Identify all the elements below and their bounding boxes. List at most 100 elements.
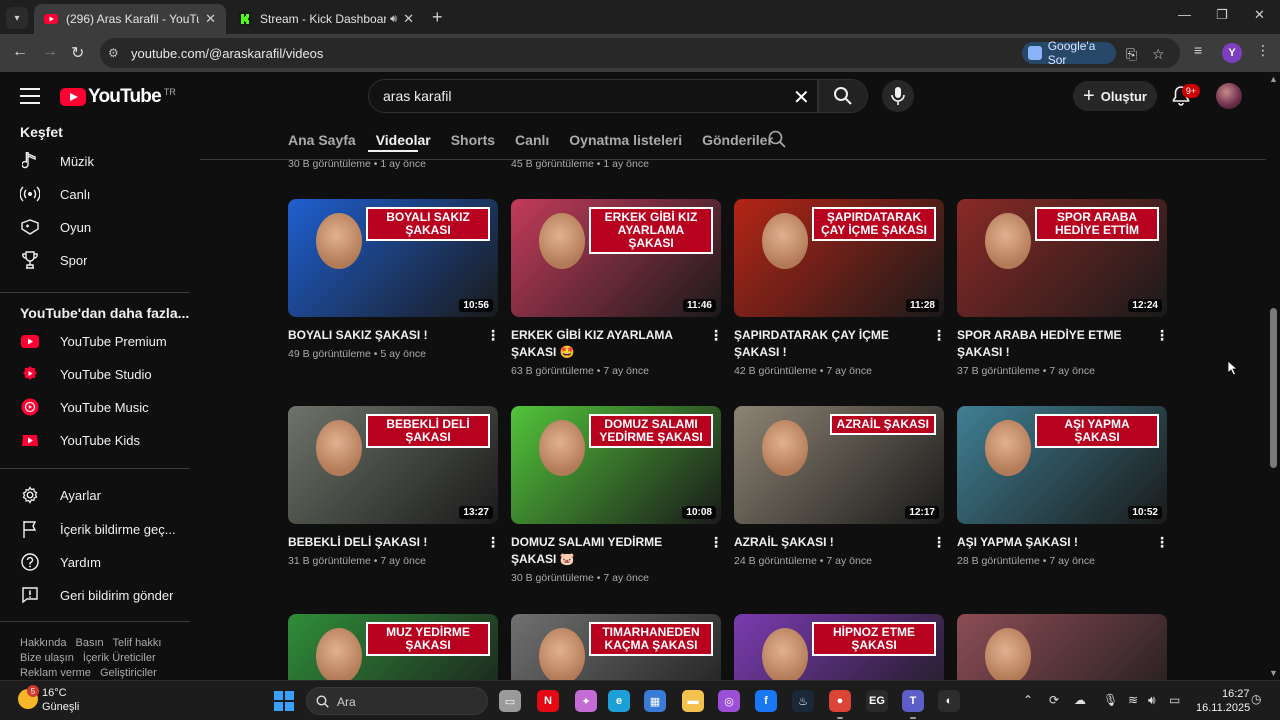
video-title[interactable]: BOYALI SAKIZ ŞAKASI ! [288,327,474,344]
copilot-icon[interactable]: ✦ [575,690,597,712]
url-text[interactable]: youtube.com/@araskarafil/videos [131,46,323,61]
scroll-down-icon[interactable]: ▼ [1269,668,1278,678]
reload-icon[interactable]: ↻ [71,43,84,63]
sidebar-item-sports[interactable]: Spor [0,243,190,277]
video-title[interactable]: BEBEKLİ DELİ ŞAKASI ! [288,534,474,551]
video-more-options-icon[interactable]: ⋮ [486,535,500,549]
video-thumbnail[interactable]: ŞAPIRDATARAK ÇAY İÇME ŞAKASI 11:28 [734,199,944,317]
footer-link[interactable]: İçerik Üreticiler [83,652,156,664]
video-title[interactable]: AŞI YAPMA ŞAKASI ! [957,534,1143,551]
browser-profile-avatar[interactable]: Y [1222,43,1242,63]
teams-icon[interactable]: T [902,690,924,719]
speaker-icon[interactable]: 🔊︎ [390,13,397,26]
chrome-icon[interactable]: ● [829,690,851,719]
footer-link[interactable]: Basın [76,637,104,649]
file-explorer-icon[interactable]: ▬ [682,690,704,712]
tab-home[interactable]: Ana Sayfa [288,132,356,148]
voice-search-button[interactable] [882,80,914,112]
video-title[interactable]: SPOR ARABA HEDİYE ETME ŞAKASI ! [957,327,1143,361]
video-thumbnail[interactable]: BOYALI SAKIZ ŞAKASI 10:56 [288,199,498,317]
browser-menu-icon[interactable]: ⋮ [1256,42,1270,59]
video-thumbnail[interactable]: BEBEKLİ DELİ ŞAKASI 13:27 [288,406,498,524]
close-window-icon[interactable]: ✕ [1254,7,1265,23]
weather-temperature[interactable]: 16°C [42,687,67,699]
notification-center-icon[interactable]: ◷ [1251,692,1261,706]
clock-date[interactable]: 16.11.2025 [1196,702,1250,714]
video-more-options-icon[interactable]: ⋮ [709,328,723,342]
footer-link[interactable]: Hakkında [20,637,66,649]
sidebar-item-youtube-premium[interactable]: YouTube Premium [0,324,190,358]
search-input[interactable]: aras karafil ✕ [368,79,818,113]
wifi-icon[interactable]: ≋ [1128,693,1138,707]
sidebar-item-youtube-music[interactable]: YouTube Music [0,390,190,424]
sync-icon[interactable]: ⟳ [1049,693,1059,707]
search-query[interactable]: aras karafil [383,88,451,104]
tray-overflow-icon[interactable]: ⌃ [1023,693,1033,707]
screen-capture-icon[interactable]: ◎ [718,690,740,712]
video-more-options-icon[interactable]: ⋮ [709,535,723,549]
footer-link[interactable]: Telif hakkı [113,637,162,649]
video-more-options-icon[interactable]: ⋮ [1155,328,1169,342]
video-more-options-icon[interactable]: ⋮ [932,328,946,342]
video-thumbnail[interactable]: AZRAİL ŞAKASI 12:17 [734,406,944,524]
video-title[interactable]: DOMUZ SALAMI YEDİRME ŞAKASI 🐷 [511,534,697,568]
search-button[interactable] [818,79,868,113]
sidebar-item-report-history[interactable]: İçerik bildirme geç... [0,512,190,546]
scroll-up-icon[interactable]: ▲ [1269,74,1278,84]
footer-link[interactable]: Reklam verme [20,667,91,679]
close-tab-icon[interactable]: ✕ [403,11,414,27]
sidebar-item-gaming[interactable]: Oyun [0,210,190,244]
forward-icon[interactable]: → [42,43,58,61]
site-info-icon[interactable]: ⚙ [108,46,119,60]
sidebar-item-send-feedback[interactable]: Geri bildirim gönder [0,578,190,612]
sidebar-item-settings[interactable]: Ayarlar [0,478,190,512]
tab-live[interactable]: Canlı [515,132,549,148]
tab-videos[interactable]: Videolar [376,132,431,148]
minimize-icon[interactable]: — [1178,7,1191,22]
footer-link[interactable]: Geliştiriciler [100,667,157,679]
reading-list-icon[interactable]: ≡ [1194,42,1202,58]
channel-search-icon[interactable] [768,130,786,148]
epic-games-icon[interactable]: EG [866,690,888,712]
scrollbar-thumb[interactable] [1270,308,1277,468]
tab-posts[interactable]: Gönderiler [702,132,773,148]
guide-menu-icon[interactable] [20,88,40,104]
footer-link[interactable]: Bize ulaşın [20,652,74,664]
file-stack-icon[interactable]: ▭ [499,690,521,712]
video-more-options-icon[interactable]: ⋮ [1155,535,1169,549]
netflix-icon[interactable]: N [537,690,559,712]
tab-shorts[interactable]: Shorts [451,132,495,148]
tab-kick-dashboard[interactable]: Stream - Kick Dashboard 🔊︎ ✕ [228,4,424,34]
taskbar-search[interactable]: Ara [306,687,488,715]
clock-time[interactable]: 16:27 [1222,688,1250,700]
video-title[interactable]: ŞAPIRDATARAK ÇAY İÇME ŞAKASI ! [734,327,920,361]
sidebar-item-music[interactable]: Müzik [0,144,190,178]
store-icon[interactable]: ▦ [644,690,666,712]
facebook-icon[interactable]: f [755,690,777,712]
onedrive-cloud-icon[interactable]: ☁ [1074,693,1086,707]
sidebar-item-youtube-studio[interactable]: YouTube Studio [0,357,190,391]
video-thumbnail[interactable]: ERKEK GİBİ KIZ AYARLAMA ŞAKASI 11:46 [511,199,721,317]
obs-icon[interactable]: ◐ [938,690,960,712]
sidebar-item-youtube-kids[interactable]: YouTube Kids [0,423,190,457]
steam-icon[interactable]: ♨ [792,690,814,712]
close-tab-icon[interactable]: ✕ [205,11,216,27]
volume-icon[interactable]: 🔊︎ [1148,693,1156,708]
google-ask-button[interactable]: Google'a Sor [1022,39,1116,67]
back-icon[interactable]: ← [12,43,28,61]
battery-icon[interactable]: ▭ [1169,693,1180,707]
tab-youtube[interactable]: (296) Aras Karafil - YouTube ✕ [34,4,226,34]
tab-search-menu-button[interactable]: ▾ [6,7,28,29]
microphone-icon[interactable]: 🎙︎ [1103,693,1118,707]
tab-playlists[interactable]: Oynatma listeleri [569,132,682,148]
sidebar-item-help[interactable]: Yardım [0,545,190,579]
sidebar-item-live[interactable]: Canlı [0,177,190,211]
windows-start-icon[interactable] [274,691,294,711]
video-more-options-icon[interactable]: ⋮ [486,328,500,342]
user-avatar[interactable] [1216,83,1242,109]
edge-icon[interactable]: e [608,690,630,712]
clear-search-icon[interactable]: ✕ [793,85,810,110]
video-thumbnail[interactable]: SPOR ARABA HEDİYE ETTİM 12:24 [957,199,1167,317]
bookmark-star-icon[interactable]: ☆ [1152,46,1165,63]
create-button[interactable]: + Oluştur [1073,81,1157,111]
